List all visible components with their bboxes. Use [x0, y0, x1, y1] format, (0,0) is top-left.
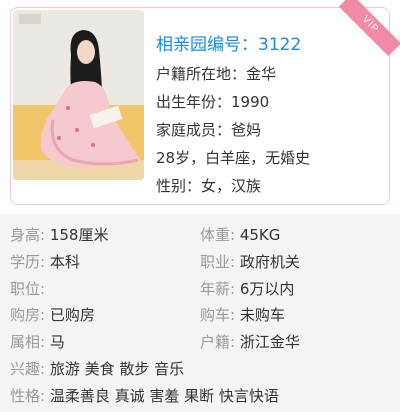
profile-info: 相亲园编号：3122 户籍所在地：金华 出生年份：1990 家庭成员：爸妈 28…: [156, 30, 310, 200]
detail-row: 购房: 已购房 购车: 未购车: [10, 302, 400, 329]
hometown: 户籍所在地：金华: [156, 65, 277, 83]
age-summary: 28岁，白羊座，无婚史: [156, 149, 311, 167]
salary-label: 年薪:: [200, 279, 236, 298]
salary-value: 6万以内: [239, 279, 295, 298]
detail-row: 学历: 本科 职业: 政府机关: [10, 249, 400, 276]
woman-reading-photo: [13, 10, 144, 180]
hukou-value: 浙江金华: [239, 333, 300, 352]
position-label: 职位:: [10, 279, 46, 298]
car-label: 购车:: [200, 306, 236, 325]
education-label: 学历:: [10, 252, 46, 271]
detail-row: 身高: 158厘米 体重: 45KG: [10, 222, 400, 249]
family-members: 家庭成员：爸妈: [156, 121, 262, 139]
detail-row: 属相: 马 户籍: 浙江金华: [10, 329, 400, 356]
detail-row: 兴趣: 旅游 美食 散步 音乐: [10, 356, 400, 383]
detail-row: 职位: 年薪: 6万以内: [10, 276, 400, 303]
car-value: 未购车: [239, 306, 285, 325]
job-label: 职业:: [200, 252, 236, 271]
gender-ethnicity: 性别：女，汉族: [156, 177, 262, 195]
education-value: 本科: [49, 252, 80, 271]
profile-id-label: 相亲园编号：: [156, 35, 258, 55]
height-value: 158厘米: [49, 226, 109, 244]
detail-row: 性格: 温柔善良 真诚 害羞 果断 快言快语: [10, 383, 400, 410]
personality-value: 温柔善良 真诚 害羞 果断 快言快语: [49, 386, 279, 405]
weight-label: 体重:: [200, 226, 236, 244]
profile-id: 相亲园编号：3122: [156, 30, 310, 60]
job-value: 政府机关: [239, 252, 300, 271]
birth-year: 出生年份：1990: [156, 93, 270, 111]
zodiac-value: 马: [49, 333, 65, 352]
profile-photo[interactable]: [13, 10, 144, 180]
profile-card: VIP 相亲园编号：3122 户籍所在地：金华 出生年份：1990 家庭成员：爸…: [10, 0, 400, 205]
hukou-label: 户籍:: [200, 333, 236, 352]
profile-id-value: 3122: [258, 35, 302, 55]
house-label: 购房:: [10, 306, 46, 325]
weight-value: 45KG: [239, 226, 281, 244]
house-value: 已购房: [49, 306, 95, 325]
details-section: 身高: 158厘米 体重: 45KG 学历: 本科 职业: 政府机关 职位: 年…: [0, 214, 400, 412]
zodiac-label: 属相:: [10, 333, 46, 352]
height-label: 身高:: [10, 226, 46, 244]
personality-label: 性格:: [10, 386, 46, 405]
hobbies-value: 旅游 美食 散步 音乐: [49, 359, 185, 378]
hobbies-label: 兴趣:: [10, 359, 46, 378]
vip-badge: VIP: [338, 0, 400, 57]
